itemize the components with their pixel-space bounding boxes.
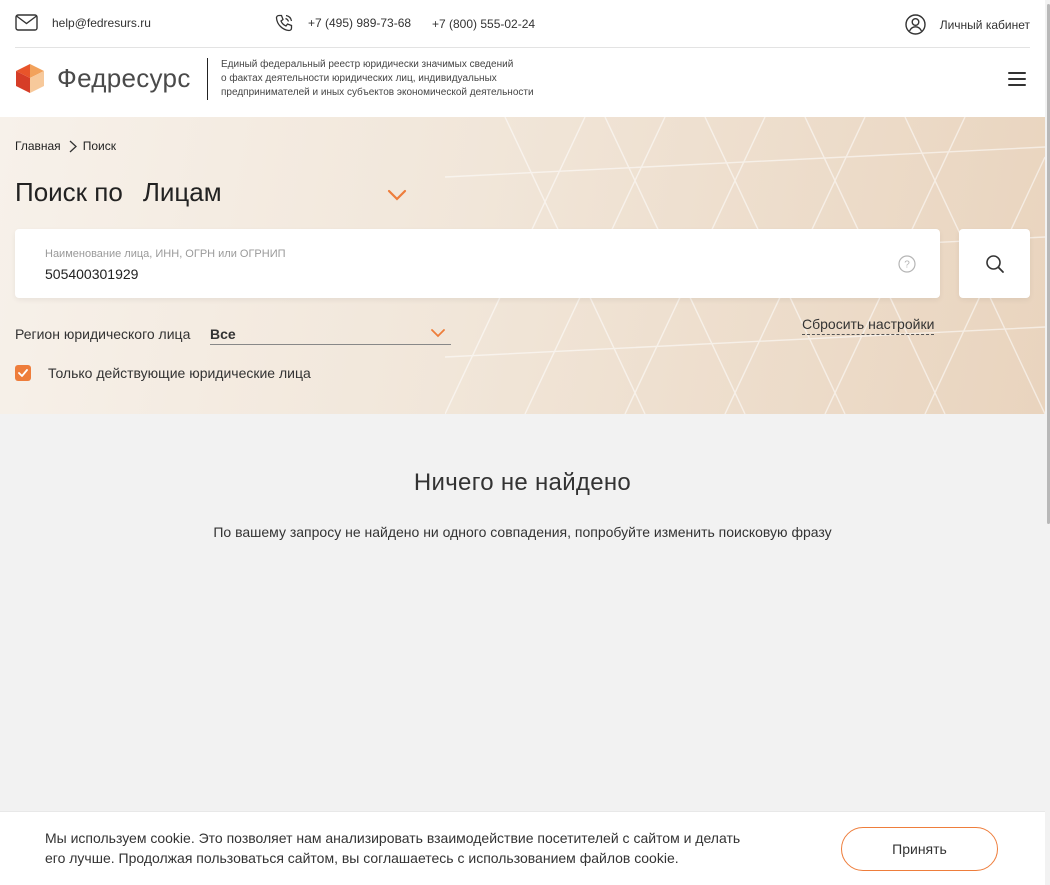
chevron-right-icon [69, 140, 77, 152]
logo-icon [16, 64, 44, 93]
brand-divider [207, 58, 208, 100]
search-input[interactable] [45, 266, 645, 282]
search-button[interactable] [959, 229, 1030, 298]
breadcrumb-home[interactable]: Главная [15, 139, 61, 153]
brand-row: Федресурс Единый федеральный реестр юрид… [15, 48, 1030, 116]
region-value: Все [210, 326, 236, 342]
reset-settings-link[interactable]: Сбросить настройки [802, 316, 935, 335]
user-circle-icon [905, 14, 926, 35]
chevron-down-icon [431, 329, 445, 338]
search-icon [985, 254, 1004, 273]
search-title-prefix: Поиск по [15, 177, 123, 207]
region-select[interactable]: Все [210, 323, 451, 345]
phone-1-text: +7 (495) 989-73-68 [308, 16, 412, 30]
tagline-line: предпринимателей и иных субъектов эконом… [221, 87, 534, 98]
cookie-banner: Мы используем cookie. Это позволяет нам … [0, 811, 1045, 885]
brand-name: Федресурс [57, 63, 191, 93]
phone-link-2[interactable]: +7 (800) 555-02-24 [432, 17, 535, 31]
tagline-line: о фактах деятельности юридических лиц, и… [221, 73, 497, 84]
help-icon[interactable]: ? [898, 255, 916, 273]
menu-icon[interactable] [1008, 72, 1026, 86]
svg-text:?: ? [904, 260, 910, 271]
region-label: Регион юридического лица [15, 326, 191, 342]
empty-results-text: По вашему запросу не найдено ни одного с… [213, 524, 832, 540]
search-field[interactable]: Наименование лица, ИНН, ОГРН или ОГРНИП … [15, 229, 940, 298]
breadcrumb-current: Поиск [82, 139, 116, 153]
page: help@fedresurs.ru +7 (495) 989-73-68 +7 … [0, 0, 1045, 885]
tagline-line: Единый федеральный реестр юридически зна… [221, 59, 514, 70]
chevron-down-icon[interactable] [387, 189, 407, 201]
site-tagline: Единый федеральный реестр юридически зна… [221, 58, 561, 100]
site-header: help@fedresurs.ru +7 (495) 989-73-68 +7 … [0, 0, 1045, 117]
check-icon [18, 369, 28, 377]
search-panel: Главная Поиск Поиск по Лицам Наименовани… [0, 117, 1045, 414]
scrollbar[interactable] [1045, 0, 1050, 884]
active-only-checkbox[interactable] [15, 365, 31, 381]
search-field-label: Наименование лица, ИНН, ОГРН или ОГРНИП [45, 248, 286, 260]
active-only-filter[interactable]: Только действующие юридические лица [15, 365, 311, 381]
cabinet-link[interactable]: Личный кабинет [905, 14, 1030, 35]
cookie-accept-button[interactable]: Принять [841, 827, 998, 871]
phone-link-1[interactable]: +7 (495) 989-73-68 [275, 14, 411, 32]
active-only-label: Только действующие юридические лица [48, 365, 311, 381]
cookie-text-line: его лучше. Продолжая пользоваться сайтом… [45, 850, 679, 866]
site-logo[interactable]: Федресурс [15, 63, 191, 94]
empty-results-title: Ничего не найдено [413, 469, 632, 496]
email-text: help@fedresurs.ru [52, 15, 151, 30]
cookie-text-line: Мы используем cookie. Это позволяет нам … [45, 830, 741, 846]
search-title: Поиск по Лицам [15, 177, 222, 208]
cookie-text: Мы используем cookie. Это позволяет нам … [45, 828, 775, 868]
phone-icon [275, 14, 293, 32]
contacts-bar: help@fedresurs.ru +7 (495) 989-73-68 +7 … [15, 0, 1030, 48]
phone-2-text: +7 (800) 555-02-24 [432, 17, 536, 31]
cabinet-label: Личный кабинет [939, 17, 1030, 32]
breadcrumb: Главная Поиск [15, 139, 116, 153]
email-link[interactable]: help@fedresurs.ru [15, 14, 151, 31]
search-mode-select[interactable]: Лицам [143, 177, 222, 208]
mail-icon [15, 14, 38, 31]
